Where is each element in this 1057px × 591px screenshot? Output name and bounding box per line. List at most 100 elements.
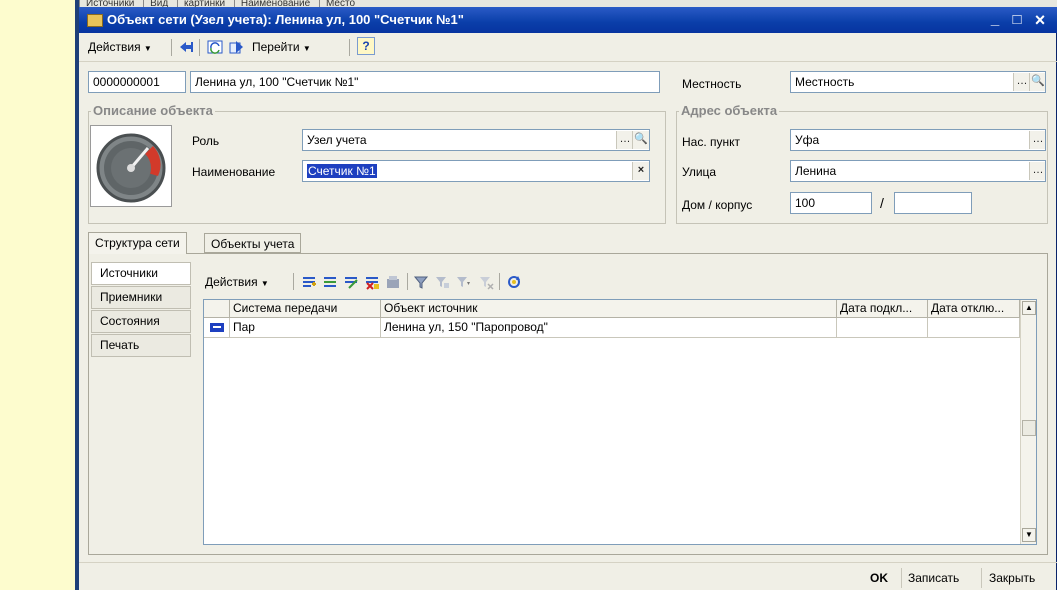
form-toolbar: Действия ▼ Перейти ▼ ? xyxy=(79,33,1057,62)
help-button[interactable]: ? xyxy=(357,37,375,55)
side-tab-sources[interactable]: Источники xyxy=(91,262,191,285)
object-form-window: Объект сети (Узел учета): Ленина ул, 100… xyxy=(79,7,1057,590)
address-group-title: Адрес объекта xyxy=(679,103,780,118)
grid-actions-label: Действия xyxy=(205,275,258,289)
close-form-button[interactable]: Закрыть xyxy=(989,569,1035,587)
side-tab-print[interactable]: Печать xyxy=(91,334,191,357)
form-footer: OK Записать Закрыть xyxy=(79,562,1057,591)
scroll-thumb[interactable] xyxy=(1022,420,1036,436)
back-arrow-icon[interactable] xyxy=(178,39,194,55)
footer-separator xyxy=(981,568,982,588)
search-icon[interactable]: 🔍 xyxy=(1029,73,1045,91)
side-tab-receivers[interactable]: Приемники xyxy=(91,286,191,309)
actions-label: Действия xyxy=(88,40,141,54)
filter-icon[interactable] xyxy=(413,274,429,290)
code-field[interactable]: 0000000001 xyxy=(88,71,186,93)
toolbar-separator xyxy=(293,273,294,290)
meter-gauge-icon xyxy=(90,125,172,207)
bg-header-item: Наименование xyxy=(233,0,316,7)
ellipsis-button[interactable]: … xyxy=(1013,73,1030,91)
role-label: Роль xyxy=(192,134,220,148)
filter-history-icon[interactable] xyxy=(455,274,471,290)
sources-table[interactable]: Система передачи Объект источник Дата по… xyxy=(203,299,1037,545)
filter-by-value-icon[interactable] xyxy=(434,274,450,290)
role-value: Узел учета xyxy=(307,133,367,147)
clear-filter-icon[interactable] xyxy=(478,274,494,290)
vertical-scrollbar[interactable]: ▲ ▼ xyxy=(1020,300,1036,544)
column-header[interactable]: Система передачи xyxy=(230,300,381,318)
locality-field[interactable]: Местность … 🔍 xyxy=(790,71,1046,93)
bg-header-item: Вид xyxy=(143,0,174,7)
maximize-button[interactable]: □ xyxy=(1007,10,1027,30)
object-name-field[interactable]: Ленина ул, 100 "Счетчик №1" xyxy=(190,71,660,93)
ellipsis-button[interactable]: … xyxy=(616,131,633,149)
add-row-icon[interactable] xyxy=(301,274,317,290)
close-button[interactable]: × xyxy=(1030,10,1050,30)
locality-label: Местность xyxy=(682,77,742,91)
toolbar-separator xyxy=(499,273,500,290)
tab-network-structure[interactable]: Структура сети xyxy=(88,232,187,254)
toolbar-separator xyxy=(407,273,408,290)
background-window-header: Источники Вид картинки Наименование Мест… xyxy=(79,0,1057,7)
chevron-down-icon: ▼ xyxy=(143,44,152,53)
city-value: Уфа xyxy=(795,133,820,147)
cell-date-on[interactable] xyxy=(837,318,928,338)
locality-value: Местность xyxy=(795,75,855,89)
refresh-icon[interactable] xyxy=(207,39,223,55)
street-label: Улица xyxy=(682,165,717,179)
chevron-down-icon: ▼ xyxy=(260,279,269,288)
title-bar[interactable]: Объект сети (Узел учета): Ленина ул, 100… xyxy=(79,7,1057,33)
save-button[interactable]: Записать xyxy=(908,569,959,587)
city-field[interactable]: Уфа … xyxy=(790,129,1046,151)
clear-icon[interactable]: × xyxy=(632,162,649,180)
edit-row-icon[interactable] xyxy=(343,274,359,290)
goto-menu[interactable]: Перейти ▼ xyxy=(252,38,311,56)
toolbar-separator xyxy=(349,39,350,56)
minimize-button[interactable]: _ xyxy=(985,10,1005,30)
street-field[interactable]: Ленина … xyxy=(790,160,1046,182)
tab-accounting-objects[interactable]: Объекты учета xyxy=(204,233,302,253)
city-label: Нас. пункт xyxy=(682,135,741,149)
house-label: Дом / корпус xyxy=(682,198,753,212)
column-header[interactable]: Дата подкл... xyxy=(837,300,928,318)
column-header[interactable]: Объект источник xyxy=(381,300,837,318)
navigate-icon[interactable] xyxy=(229,39,245,55)
cell-date-off[interactable] xyxy=(928,318,1020,338)
footer-separator xyxy=(901,568,902,588)
scroll-down-icon[interactable]: ▼ xyxy=(1022,528,1036,542)
column-header[interactable]: Дата отклю... xyxy=(928,300,1020,318)
side-tab-states[interactable]: Состояния xyxy=(91,310,191,333)
name-value: Счетчик №1 xyxy=(307,164,377,178)
search-icon[interactable]: 🔍 xyxy=(632,131,649,149)
street-value: Ленина xyxy=(795,164,837,178)
role-field[interactable]: Узел учета … 🔍 xyxy=(302,129,650,151)
bg-header-item: картинки xyxy=(176,0,231,7)
end-edit-icon[interactable] xyxy=(385,274,401,290)
refresh-list-icon[interactable] xyxy=(506,274,522,290)
catalog-icon xyxy=(87,14,103,27)
grid-actions-menu[interactable]: Действия ▼ xyxy=(205,273,269,291)
name-field[interactable]: Счетчик №1 × xyxy=(302,160,650,182)
window-title: Объект сети (Узел учета): Ленина ул, 100… xyxy=(107,12,464,27)
actions-menu[interactable]: Действия ▼ xyxy=(88,38,152,56)
ok-button[interactable]: OK xyxy=(870,569,888,587)
corpus-field[interactable] xyxy=(894,192,972,214)
cell-system[interactable]: Пар xyxy=(230,318,381,338)
goto-label: Перейти xyxy=(252,40,300,54)
cell-source[interactable]: Ленина ул, 150 "Паропровод" xyxy=(381,318,837,338)
house-slash: / xyxy=(880,195,884,211)
description-group-title: Описание объекта xyxy=(91,103,215,118)
toolbar-separator xyxy=(171,39,172,56)
row-marker-header xyxy=(204,300,230,318)
house-field[interactable]: 100 xyxy=(790,192,872,214)
background-panel xyxy=(0,0,75,590)
name-label: Наименование xyxy=(192,165,276,179)
copy-row-icon[interactable] xyxy=(322,274,338,290)
scroll-up-icon[interactable]: ▲ xyxy=(1022,301,1036,315)
ellipsis-button[interactable]: … xyxy=(1029,162,1045,180)
bg-header-item: Источники xyxy=(79,0,140,7)
row-marker-icon xyxy=(204,318,230,338)
ellipsis-button[interactable]: … xyxy=(1029,131,1045,149)
chevron-down-icon: ▼ xyxy=(302,44,311,53)
delete-row-icon[interactable] xyxy=(364,274,380,290)
